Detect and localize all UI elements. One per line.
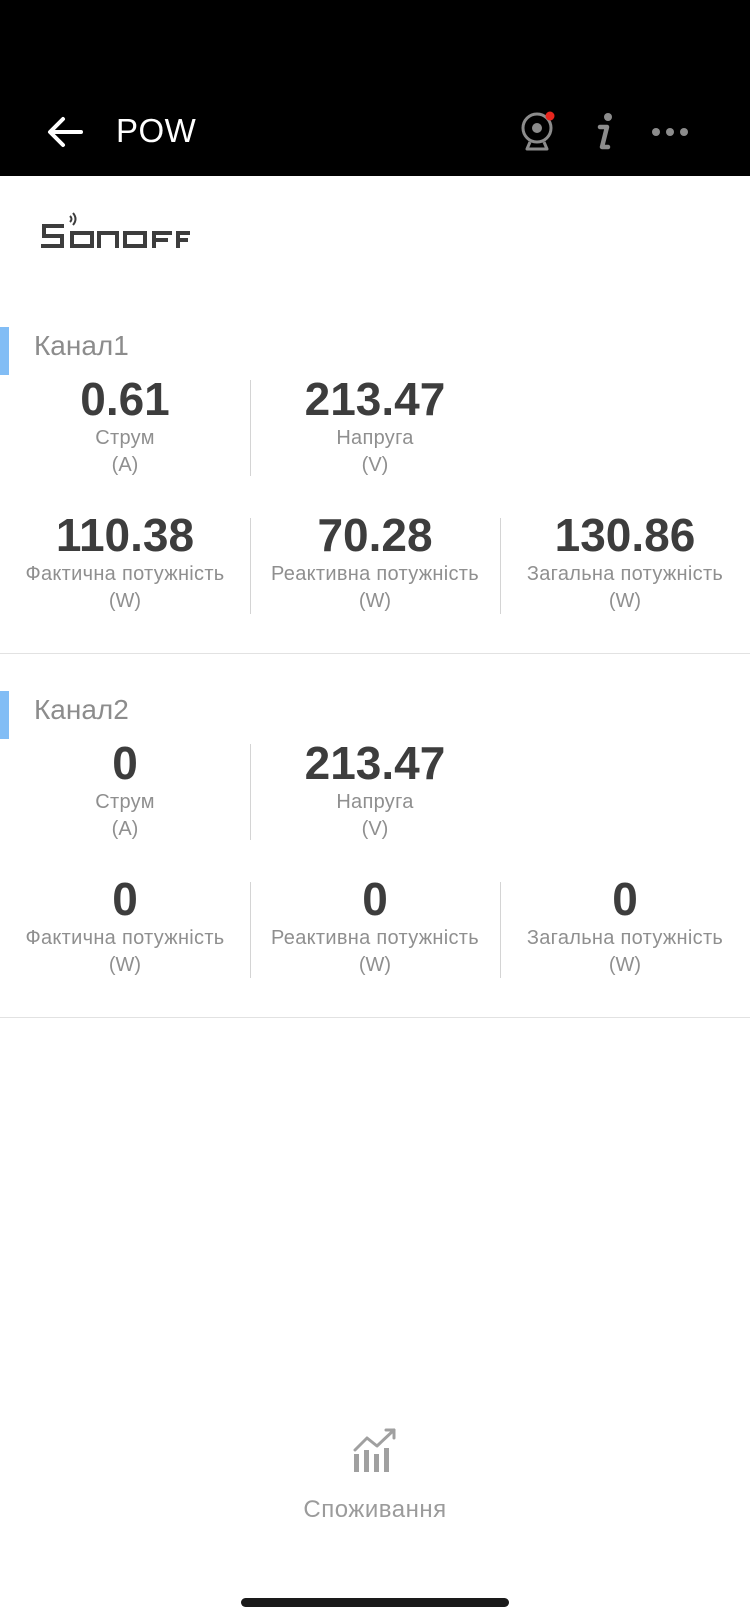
- active-power-value: 0: [112, 873, 138, 925]
- active-power-unit: (W): [108, 590, 142, 612]
- apparent-power-metric: 0 Загальна потужність (W): [500, 874, 750, 977]
- more-horizontal-icon: [652, 128, 688, 136]
- reactive-power-label: Реактивна потужність: [271, 927, 479, 949]
- current-metric: 0.61 Струм (A): [0, 374, 250, 477]
- active-power-unit: (W): [108, 954, 142, 976]
- reactive-power-unit: (W): [358, 954, 392, 976]
- channel-title: Канал1: [34, 330, 129, 361]
- voltage-label: Напруга: [336, 791, 414, 813]
- channel-1-section: Канал1 0.61 Струм (A) 213.47 Напруга (V)…: [0, 318, 750, 654]
- apparent-power-unit: (W): [608, 590, 642, 612]
- current-unit: (A): [111, 818, 139, 840]
- reactive-power-value: 70.28: [317, 509, 433, 561]
- current-value: 0: [112, 737, 138, 789]
- current-label: Струм: [95, 791, 155, 813]
- voltage-value: 213.47: [304, 373, 446, 425]
- channel-marker: [0, 327, 9, 375]
- consumption-button[interactable]: Споживання: [275, 1428, 475, 1528]
- apparent-power-label: Загальна потужність: [526, 563, 724, 585]
- home-indicator[interactable]: [241, 1598, 509, 1607]
- active-power-value: 110.38: [55, 509, 195, 561]
- current-label: Струм: [95, 427, 155, 449]
- reactive-power-unit: (W): [358, 590, 392, 612]
- voltage-metric: 213.47 Напруга (V): [250, 374, 500, 477]
- app-header: POW: [0, 0, 750, 176]
- arrow-left-icon: [48, 117, 83, 147]
- voltage-metric: 213.47 Напруга (V): [250, 738, 500, 841]
- active-power-metric: 0 Фактична потужність (W): [0, 874, 250, 977]
- page-title: POW: [116, 112, 197, 149]
- reactive-power-value: 0: [362, 873, 388, 925]
- info-button[interactable]: [580, 108, 628, 156]
- consumption-label: Споживання: [303, 1496, 447, 1523]
- apparent-power-unit: (W): [608, 954, 642, 976]
- voltage-unit: (V): [361, 454, 389, 476]
- current-value: 0.61: [80, 373, 170, 425]
- active-power-label: Фактична потужність: [25, 927, 225, 949]
- active-power-label: Фактична потужність: [25, 563, 225, 585]
- voltage-value: 213.47: [304, 737, 446, 789]
- apparent-power-value: 0: [612, 873, 638, 925]
- voltage-unit: (V): [361, 818, 389, 840]
- more-button[interactable]: [646, 108, 694, 156]
- apparent-power-metric: 130.86 Загальна потужність (W): [500, 510, 750, 613]
- channel-marker: [0, 691, 9, 739]
- voltage-label: Напруга: [336, 427, 414, 449]
- current-metric: 0 Струм (A): [0, 738, 250, 841]
- sonoff-logo: [40, 212, 190, 262]
- info-icon: [597, 113, 612, 150]
- channel-2-section: Канал2 0 Струм (A) 213.47 Напруга (V) 0 …: [0, 682, 750, 1018]
- reactive-power-metric: 0 Реактивна потужність (W): [250, 874, 500, 977]
- camera-icon: [521, 111, 555, 151]
- apparent-power-value: 130.86: [554, 509, 696, 561]
- apparent-power-label: Загальна потужність: [526, 927, 724, 949]
- current-unit: (A): [111, 454, 139, 476]
- back-button[interactable]: [40, 110, 90, 154]
- camera-button[interactable]: [514, 108, 562, 156]
- channel-title: Канал2: [34, 694, 129, 725]
- chart-bars-icon: [353, 1428, 396, 1472]
- reactive-power-label: Реактивна потужність: [271, 563, 479, 585]
- active-power-metric: 110.38 Фактична потужність (W): [0, 510, 250, 613]
- reactive-power-metric: 70.28 Реактивна потужність (W): [250, 510, 500, 613]
